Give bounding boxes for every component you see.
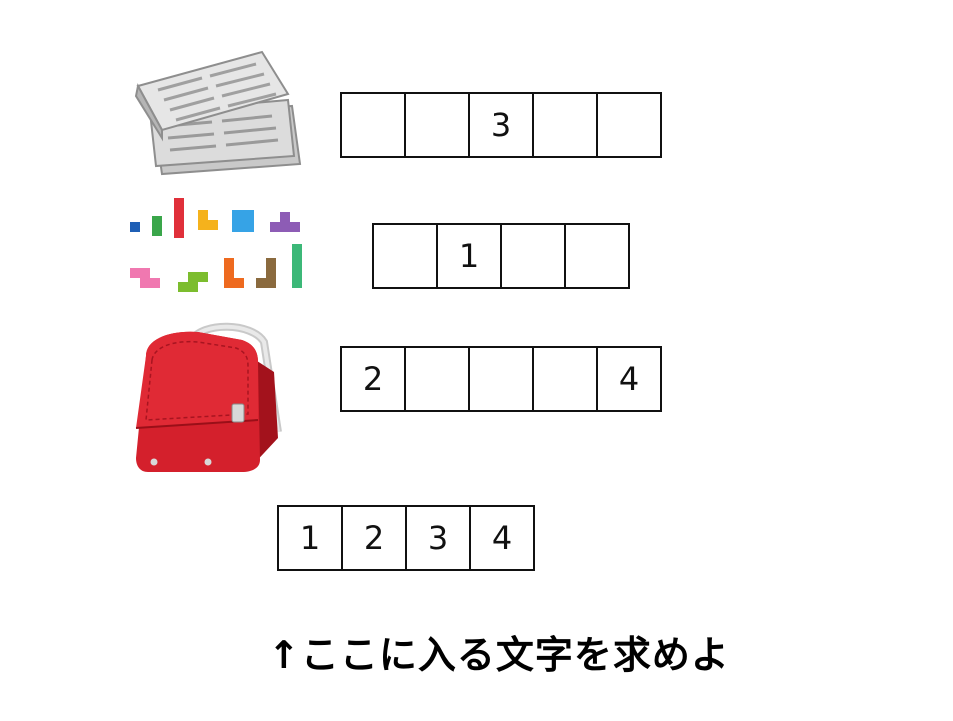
letter-box[interactable]	[404, 92, 470, 158]
letter-box[interactable]	[468, 346, 534, 412]
answer-box[interactable]: 3	[405, 505, 471, 571]
letter-box[interactable]	[404, 346, 470, 412]
letter-box[interactable]	[340, 92, 406, 158]
letter-box[interactable]	[372, 223, 438, 289]
answer-boxes: 1 2 3 4	[277, 505, 535, 571]
letter-box[interactable]	[500, 223, 566, 289]
letter-box[interactable]: 4	[596, 346, 662, 412]
randoseru-word-boxes: 2 4	[340, 346, 662, 412]
tetromino-blocks-illustration	[130, 198, 302, 292]
blocks-word-boxes: 1	[372, 223, 630, 289]
red-school-backpack-illustration	[135, 322, 282, 472]
answer-box[interactable]: 2	[341, 505, 407, 571]
answer-box[interactable]: 1	[277, 505, 343, 571]
letter-box[interactable]	[532, 92, 598, 158]
newspaper-word-boxes: 3	[340, 92, 662, 158]
letter-box[interactable]	[564, 223, 630, 289]
answer-box[interactable]: 4	[469, 505, 535, 571]
letter-box[interactable]	[532, 346, 598, 412]
letter-box[interactable]: 3	[468, 92, 534, 158]
question-caption: ↑ここに入る文字を求めよ	[268, 633, 730, 677]
letter-box[interactable]: 1	[436, 223, 502, 289]
letter-box[interactable]: 2	[340, 346, 406, 412]
letter-box[interactable]	[596, 92, 662, 158]
newspaper-illustration	[134, 50, 302, 176]
